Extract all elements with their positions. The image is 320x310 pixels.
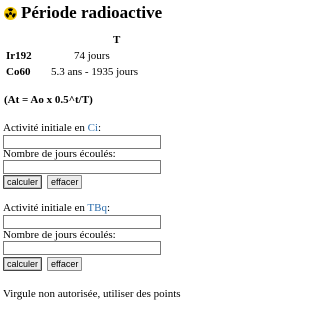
activity-ci-label-text: Activité initiale en	[3, 122, 88, 134]
days-tbq-input[interactable]	[3, 241, 161, 255]
activity-tbq-input[interactable]	[3, 215, 161, 229]
isotope-period: 5.3 ans - 1935 jours	[51, 66, 139, 78]
isotope-row: Co60 5.3 ans - 1935 jours	[6, 66, 138, 78]
clear-ci-button[interactable]: effacer	[47, 175, 83, 189]
tbq-unit: TBq	[87, 202, 107, 214]
days-ci-label: Nombre de jours écoulés:	[3, 148, 116, 160]
ci-unit: Ci	[87, 122, 99, 134]
clear-tbq-button[interactable]: effacer	[47, 257, 83, 271]
calculate-ci-button[interactable]: calculer	[3, 175, 43, 189]
days-tbq-label: Nombre de jours écoulés:	[3, 229, 116, 241]
decay-formula: (At = Ao x 0.5^t/T)	[4, 94, 93, 106]
calculate-tbq-button[interactable]: calculer	[3, 257, 43, 271]
activity-ci-label: Activité initiale en Ci:	[3, 122, 101, 134]
activity-tbq-label: Activité initiale en TBq:	[3, 202, 110, 214]
isotope-name: Co60	[6, 66, 31, 78]
page-header: Période radioactive	[4, 2, 162, 24]
radiation-icon	[4, 6, 17, 20]
decimal-note: Virgule non autorisée, utiliser des poin…	[3, 288, 181, 300]
activity-ci-input[interactable]	[3, 135, 161, 149]
period-column-header: T	[113, 34, 121, 46]
activity-tbq-label-suffix: :	[106, 202, 111, 214]
page-title: Période radioactive	[21, 3, 163, 22]
isotope-row: Ir192 74 jours	[6, 50, 110, 62]
days-ci-input[interactable]	[3, 160, 161, 174]
isotope-period: 74 jours	[74, 50, 110, 62]
isotope-name: Ir192	[6, 50, 32, 62]
activity-ci-label-suffix: :	[98, 122, 102, 134]
activity-tbq-label-text: Activité initiale en	[3, 202, 88, 214]
